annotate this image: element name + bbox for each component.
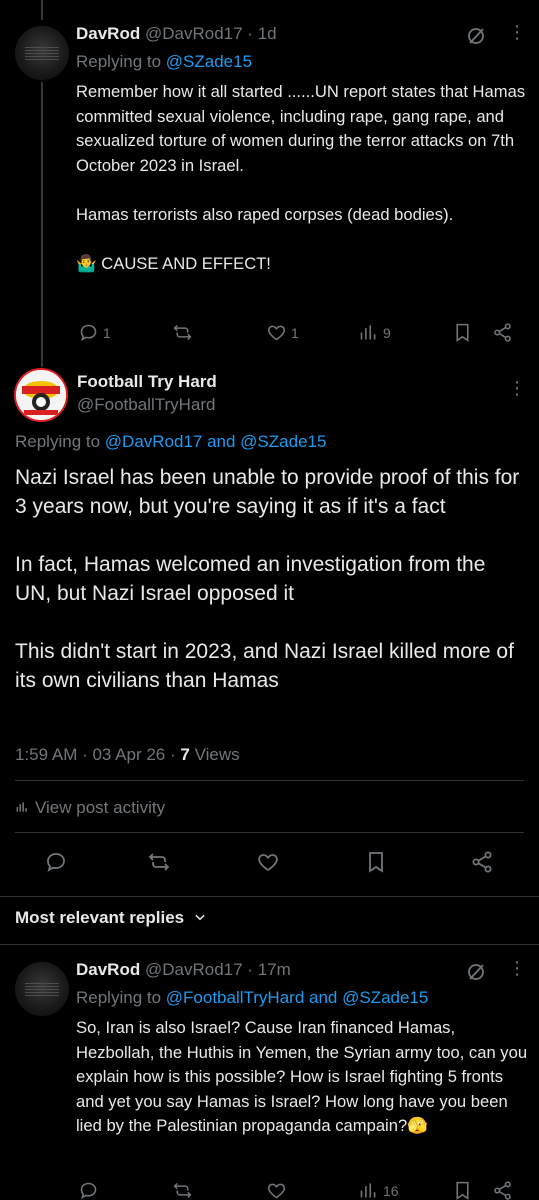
reply-count: 1 <box>103 324 111 341</box>
reply-post-davrod-2[interactable]: DavRod @DavRod17 · 17m ⋮ Replying to @Fo… <box>0 944 539 1200</box>
repost-button[interactable] <box>147 850 171 874</box>
post-header: DavRod @DavRod17 · 17m <box>76 960 291 979</box>
avatar[interactable] <box>15 962 69 1016</box>
share-icon <box>494 1181 511 1200</box>
reply-icon <box>47 853 65 872</box>
views-icon <box>360 325 376 340</box>
grok-icon[interactable] <box>466 962 486 987</box>
replying-to: Replying to @FootballTryHard and @SZade1… <box>76 988 429 1007</box>
heart-icon <box>267 1183 286 1199</box>
like-button[interactable]: 1 <box>266 322 299 343</box>
heart-icon <box>258 854 278 872</box>
repost-button[interactable] <box>172 322 193 343</box>
share-icon <box>472 851 492 873</box>
football-logo-icon <box>16 370 66 420</box>
repost-icon <box>173 1182 192 1199</box>
share-button[interactable] <box>470 850 494 874</box>
bookmark-button[interactable] <box>452 1180 473 1200</box>
share-icon <box>494 323 511 342</box>
reply-button[interactable] <box>44 850 68 874</box>
sort-replies-dropdown[interactable]: Most relevant replies <box>15 908 207 928</box>
more-options-icon[interactable]: ⋮ <box>508 958 527 979</box>
post-time[interactable]: 1d <box>258 24 277 43</box>
reply-icon <box>80 324 97 342</box>
post-header: DavRod @DavRod17 · 1d <box>76 24 277 43</box>
handle[interactable]: @DavRod17 <box>145 24 243 43</box>
replying-handles[interactable]: @DavRod17 and @SZade15 <box>105 432 327 451</box>
heart-icon <box>267 325 286 341</box>
repost-icon <box>173 324 192 341</box>
more-options-icon[interactable]: ⋮ <box>508 22 527 43</box>
views-button[interactable]: 9 <box>358 322 391 343</box>
more-options-icon[interactable]: ⋮ <box>508 378 527 399</box>
display-name[interactable]: Football Try Hard <box>77 372 217 391</box>
like-count: 1 <box>291 324 299 341</box>
replying-to: Replying to @DavRod17 and @SZade15 <box>15 432 327 451</box>
bookmark-icon <box>456 1181 469 1200</box>
post-time[interactable]: 17m <box>258 960 291 979</box>
post-text: So, Iran is also Israel? Cause Iran fina… <box>76 1018 532 1135</box>
grok-icon[interactable] <box>466 26 486 51</box>
replying-handles[interactable]: @FootballTryHard and @SZade15 <box>166 988 429 1007</box>
replying-handles[interactable]: @SZade15 <box>166 52 252 71</box>
avatar[interactable] <box>15 26 69 80</box>
like-button[interactable] <box>266 1180 287 1200</box>
bookmark-button[interactable] <box>364 850 388 874</box>
reply-button[interactable]: 1 <box>78 322 111 343</box>
thread-line-between <box>41 82 43 367</box>
views-button[interactable]: 16 <box>358 1180 399 1200</box>
post-text: Remember how it all started ......UN rep… <box>76 82 526 273</box>
handle[interactable]: @DavRod17 <box>145 960 243 979</box>
views-count: 16 <box>383 1182 399 1199</box>
bookmark-button[interactable] <box>452 322 473 343</box>
view-post-activity[interactable]: View post activity <box>15 798 165 818</box>
bookmark-icon <box>369 852 383 873</box>
reply-post-davrod-1[interactable]: DavRod @DavRod17 · 1d ⋮ Replying to @SZa… <box>0 0 539 354</box>
post-header: Football Try Hard <box>77 372 217 392</box>
reply-button[interactable] <box>78 1180 99 1200</box>
analytics-icon <box>16 802 27 812</box>
share-button[interactable] <box>492 322 513 343</box>
divider <box>15 832 524 833</box>
main-post: Football Try Hard @FootballTryHard ⋮ Rep… <box>0 354 539 934</box>
reply-icon <box>80 1182 97 1200</box>
display-name[interactable]: DavRod <box>76 960 140 979</box>
display-name[interactable]: DavRod <box>76 24 140 43</box>
bookmark-icon <box>456 323 469 342</box>
divider <box>0 896 539 897</box>
views-count: 7 <box>180 745 190 764</box>
post-text: Nazi Israel has been unable to provide p… <box>15 466 520 692</box>
views-count: 9 <box>383 324 391 341</box>
repost-icon <box>148 853 170 871</box>
share-button[interactable] <box>492 1180 513 1200</box>
views-icon <box>360 1183 376 1198</box>
post-timestamp: 1:59 AM · 03 Apr 26 · 7 Views <box>15 745 240 764</box>
like-button[interactable] <box>256 850 280 874</box>
repost-button[interactable] <box>172 1180 193 1200</box>
handle[interactable]: @FootballTryHard <box>77 395 216 415</box>
avatar[interactable] <box>14 368 68 422</box>
divider <box>15 780 524 781</box>
chevron-down-icon <box>195 914 205 921</box>
replying-to: Replying to @SZade15 <box>76 52 253 71</box>
